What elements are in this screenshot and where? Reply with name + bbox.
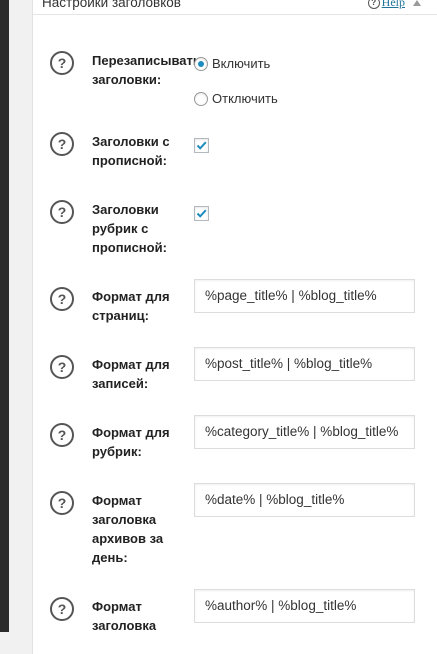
radio-option-enable[interactable]: Включить <box>194 56 270 71</box>
checkmark-icon <box>196 141 207 150</box>
capitalize-titles-checkbox[interactable] <box>194 138 209 153</box>
help-question-icon[interactable]: ? <box>50 200 74 224</box>
help-question-icon[interactable]: ? <box>367 0 380 9</box>
radio-button[interactable] <box>194 56 208 71</box>
page-format-input[interactable]: %page_title% | %blog_title% <box>194 279 415 313</box>
setting-label: Формат заголовка <box>92 599 157 633</box>
setting-label: Формат заголовка архивов за день: <box>92 493 164 565</box>
radio-button[interactable] <box>194 91 208 106</box>
radio-label: Включить <box>212 56 271 71</box>
category-format-input[interactable]: %category_title% | %blog_title% <box>194 415 415 449</box>
post-format-input[interactable]: %post_title% | %blog_title% <box>194 347 415 381</box>
collapse-arrow-icon[interactable] <box>413 0 421 6</box>
help-question-icon[interactable]: ? <box>50 597 74 621</box>
setting-label: Заголовки рубрик с прописной: <box>92 202 167 255</box>
panel-header: Настройки заголовков ? Help <box>32 0 437 15</box>
radio-option-disable[interactable]: Отключить <box>194 91 278 106</box>
help-question-icon[interactable]: ? <box>50 423 74 447</box>
setting-label: Формат для рубрик: <box>92 425 170 459</box>
help-question-icon[interactable]: ? <box>50 51 74 75</box>
help-question-icon[interactable]: ? <box>50 287 74 311</box>
help-question-icon[interactable]: ? <box>50 132 74 156</box>
help-question-icon[interactable]: ? <box>50 355 74 379</box>
setting-label: Формат для страниц: <box>92 289 170 323</box>
panel-title: Настройки заголовков <box>42 0 181 10</box>
setting-label: Формат для записей: <box>92 357 170 391</box>
help-link[interactable]: Help <box>382 0 405 10</box>
author-archive-format-input[interactable]: %author% | %blog_title% <box>194 589 415 623</box>
help-area: ? Help <box>367 0 421 10</box>
setting-label: Заголовки с прописной: <box>92 134 170 168</box>
date-archive-format-input[interactable]: %date% | %blog_title% <box>194 483 415 517</box>
setting-label: Перезаписывать заголовки: <box>92 53 197 87</box>
radio-label: Отключить <box>212 91 278 106</box>
capitalize-categories-checkbox[interactable] <box>194 206 209 221</box>
checkmark-icon <box>196 209 207 218</box>
help-question-icon[interactable]: ? <box>50 491 74 515</box>
admin-menu-edge <box>0 0 9 632</box>
